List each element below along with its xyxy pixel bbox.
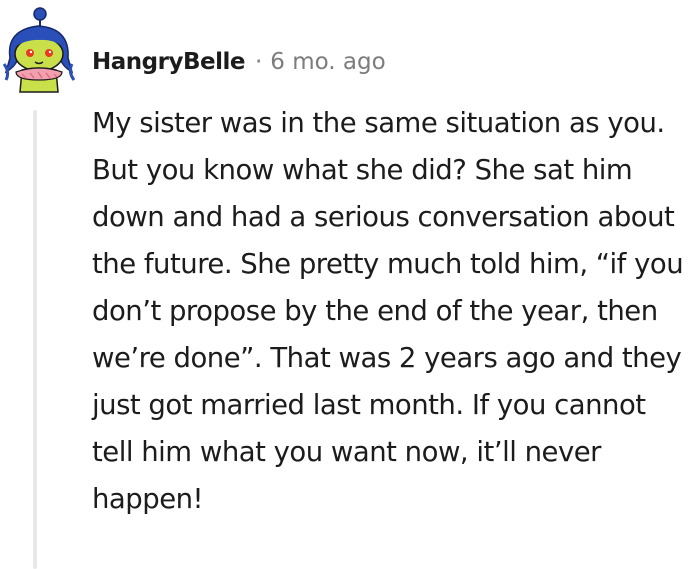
thread-collapse-line[interactable] [33, 110, 37, 569]
comment-timestamp[interactable]: 6 mo. ago [270, 49, 385, 75]
comment-meta: HangryBelle · 6 mo. ago [92, 44, 386, 80]
comment-body: My sister was in the same situation as y… [92, 107, 684, 515]
user-avatar-icon[interactable] [0, 6, 78, 94]
meta-separator: · [254, 49, 263, 75]
username-link[interactable]: HangryBelle [92, 49, 245, 75]
comment: HangryBelle · 6 mo. ago My sister was in… [0, 0, 700, 569]
